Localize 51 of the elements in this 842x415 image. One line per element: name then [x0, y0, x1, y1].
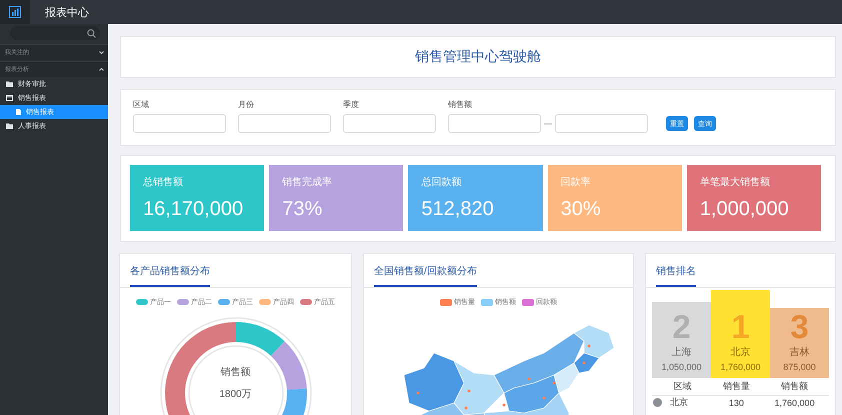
app-title: 报表中心 [45, 6, 89, 20]
table-cell: 1,760,000 [760, 396, 829, 411]
field-label: 区域 [133, 99, 150, 110]
panel-tab[interactable]: 全国销售额/回款额分布 [374, 254, 477, 287]
kpi-label: 回款率 [560, 176, 592, 189]
donut-center-label: 销售额 [220, 366, 250, 379]
kpi-label: 单笔最大销售额 [700, 176, 771, 189]
sales-amount: 1,050,000 [661, 362, 702, 372]
folder-icon [6, 81, 13, 87]
chevron-down-icon [99, 51, 104, 54]
city-name: 上海 [672, 346, 692, 359]
chevron-up-icon [99, 68, 104, 71]
page-title: 销售管理中心驾驶舱 [120, 36, 836, 78]
kpi-value: 16,170,000 [143, 198, 244, 221]
panel-tab[interactable]: 销售排名 [656, 254, 696, 287]
column-header: 销售量 [712, 378, 760, 396]
document-icon [16, 109, 21, 115]
input-field[interactable] [238, 114, 331, 133]
field-label: 季度 [343, 99, 360, 110]
kpi-label: 总销售额 [143, 176, 184, 189]
donut-center-value: 1800万 [219, 388, 252, 401]
search-icon [87, 28, 96, 38]
kpi-value: 512,820 [421, 198, 495, 221]
input-field[interactable] [448, 114, 541, 133]
city-name: 北京 [730, 346, 750, 359]
field-label: 月份 [238, 99, 255, 110]
city-name: 吉林 [790, 346, 810, 359]
sales-amount: 1,760,000 [720, 362, 761, 372]
rank-number: 3 [790, 310, 809, 343]
kpi-value: 73% [282, 198, 324, 221]
panel-tab[interactable]: 各产品销售额分布 [130, 254, 210, 287]
table-cell: 130 [712, 396, 760, 411]
range-separator: — [544, 119, 552, 128]
search-field[interactable] [10, 26, 100, 40]
rank-badge-icon [653, 398, 662, 407]
input-field[interactable] [555, 114, 648, 133]
folder-outline-icon [6, 95, 13, 101]
sales-amount: 875,000 [783, 362, 816, 372]
kpi-label: 销售完成率 [282, 176, 334, 189]
kpi-label: 总回款额 [421, 176, 462, 189]
column-header: 区域 [652, 378, 713, 396]
bar-chart-icon [9, 6, 21, 18]
rank-number: 1 [731, 310, 750, 343]
table-cell: 北京 [670, 397, 688, 408]
input-field[interactable] [343, 114, 436, 133]
column-header: 销售额 [760, 378, 829, 396]
input-field[interactable] [133, 114, 226, 133]
kpi-value: 30% [560, 198, 602, 221]
folder-icon [6, 123, 13, 129]
field-label: 销售额 [448, 99, 473, 110]
kpi-value: 1,000,000 [700, 198, 790, 221]
